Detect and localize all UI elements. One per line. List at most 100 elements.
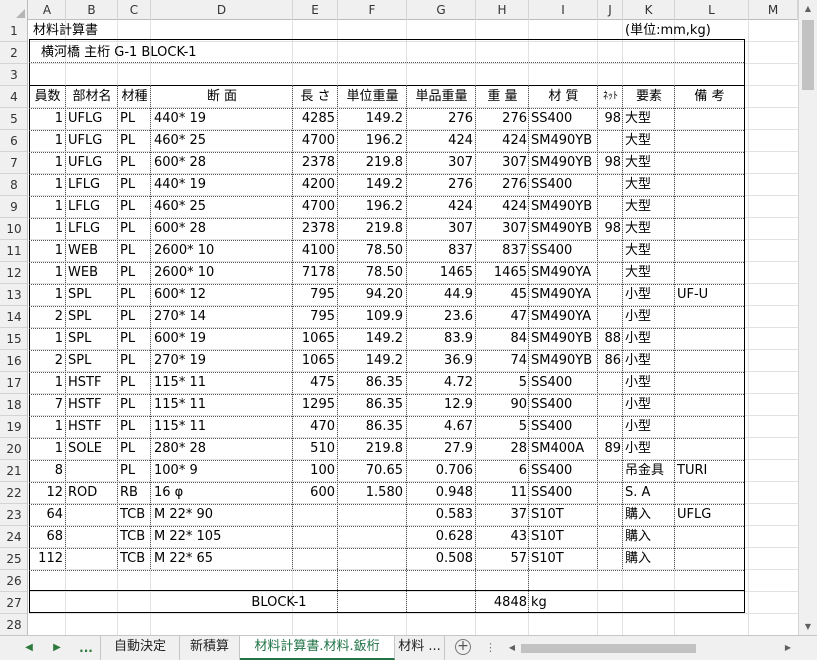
cell-net[interactable]: 88 bbox=[598, 328, 623, 350]
cell-element[interactable]: 購入 bbox=[623, 526, 675, 548]
cell-part-name[interactable]: HSTF bbox=[66, 372, 118, 394]
column-header-j[interactable]: J bbox=[598, 0, 623, 20]
cell-unit-weight[interactable]: 86.35 bbox=[338, 394, 407, 416]
cell-unit-weight[interactable]: 1.580 bbox=[338, 482, 407, 504]
total-unit[interactable]: kg bbox=[529, 592, 598, 614]
column-header-d[interactable]: D bbox=[151, 0, 293, 20]
header-length[interactable]: 長 さ bbox=[293, 86, 338, 108]
cell-element[interactable]: 小型 bbox=[623, 306, 675, 328]
cell-length[interactable]: 510 bbox=[293, 438, 338, 460]
cell-weight[interactable]: 6 bbox=[476, 460, 529, 482]
cell-length[interactable]: 4285 bbox=[293, 108, 338, 130]
cell-length[interactable]: 4100 bbox=[293, 240, 338, 262]
cell-section[interactable]: 100* 9 bbox=[151, 460, 293, 482]
cell-piece-weight[interactable]: 83.9 bbox=[407, 328, 476, 350]
cell-element[interactable]: 大型 bbox=[623, 152, 675, 174]
cell-material[interactable]: SS400 bbox=[529, 394, 598, 416]
cell-material-type[interactable]: PL bbox=[118, 306, 151, 328]
cell-weight[interactable]: 307 bbox=[476, 218, 529, 240]
cell-unit-weight[interactable]: 86.35 bbox=[338, 372, 407, 394]
row-header-2[interactable]: 2 bbox=[0, 42, 27, 64]
cell-section[interactable]: 600* 19 bbox=[151, 328, 293, 350]
cell-element[interactable]: 小型 bbox=[623, 350, 675, 372]
total-value[interactable]: 4848 bbox=[476, 592, 529, 614]
cell-material-type[interactable]: PL bbox=[118, 350, 151, 372]
cell-element[interactable]: 小型 bbox=[623, 416, 675, 438]
cell-material-type[interactable]: PL bbox=[118, 460, 151, 482]
unit-label[interactable]: (単位:mm,kg) bbox=[625, 20, 749, 42]
cell-qty[interactable]: 1 bbox=[29, 284, 66, 306]
cell-part-name[interactable]: UFLG bbox=[66, 108, 118, 130]
scroll-right-icon[interactable]: ▶ bbox=[781, 640, 795, 656]
header-unit-weight[interactable]: 単位重量 bbox=[338, 86, 407, 108]
row-header-15[interactable]: 15 bbox=[0, 328, 27, 350]
cell-qty[interactable]: 1 bbox=[29, 130, 66, 152]
cell-material-type[interactable]: PL bbox=[118, 174, 151, 196]
row-header-3[interactable]: 3 bbox=[0, 64, 27, 86]
row-header-21[interactable]: 21 bbox=[0, 460, 27, 482]
cell-piece-weight[interactable]: 23.6 bbox=[407, 306, 476, 328]
cell-qty[interactable]: 1 bbox=[29, 196, 66, 218]
cell-weight[interactable]: 37 bbox=[476, 504, 529, 526]
column-header-k[interactable]: K bbox=[623, 0, 675, 20]
cell-net[interactable]: 98 bbox=[598, 218, 623, 240]
scroll-up-icon[interactable]: ▲ bbox=[799, 0, 817, 17]
cell-qty[interactable]: 112 bbox=[29, 548, 66, 570]
cell-weight[interactable]: 90 bbox=[476, 394, 529, 416]
cell-length[interactable]: 4700 bbox=[293, 196, 338, 218]
cell-material-type[interactable]: PL bbox=[118, 372, 151, 394]
cell-unit-weight[interactable]: 70.65 bbox=[338, 460, 407, 482]
row-header-16[interactable]: 16 bbox=[0, 350, 27, 372]
header-remarks[interactable]: 備 考 bbox=[675, 86, 744, 108]
cell-section[interactable]: 115* 11 bbox=[151, 394, 293, 416]
cell-weight[interactable]: 276 bbox=[476, 174, 529, 196]
cell-length[interactable]: 1065 bbox=[293, 350, 338, 372]
header-section[interactable]: 断 面 bbox=[151, 86, 293, 108]
horizontal-scroll-thumb[interactable] bbox=[521, 644, 696, 653]
cell-unit-weight[interactable]: 78.50 bbox=[338, 240, 407, 262]
cell-unit-weight[interactable]: 196.2 bbox=[338, 130, 407, 152]
cell-piece-weight[interactable]: 27.9 bbox=[407, 438, 476, 460]
cell-piece-weight[interactable]: 44.9 bbox=[407, 284, 476, 306]
cell-material[interactable]: SM490YB bbox=[529, 218, 598, 240]
cell-element[interactable]: 大型 bbox=[623, 218, 675, 240]
cell-length[interactable]: 2378 bbox=[293, 152, 338, 174]
cell-piece-weight[interactable]: 424 bbox=[407, 196, 476, 218]
cell-length[interactable]: 7178 bbox=[293, 262, 338, 284]
cell-part-name[interactable]: LFLG bbox=[66, 218, 118, 240]
cell-section[interactable]: 280* 28 bbox=[151, 438, 293, 460]
cell-unit-weight[interactable]: 78.50 bbox=[338, 262, 407, 284]
cell-qty[interactable]: 1 bbox=[29, 240, 66, 262]
cell-piece-weight[interactable]: 0.628 bbox=[407, 526, 476, 548]
cell-piece-weight[interactable]: 12.9 bbox=[407, 394, 476, 416]
cell-material-type[interactable]: PL bbox=[118, 108, 151, 130]
cell-length[interactable]: 795 bbox=[293, 284, 338, 306]
row-header-5[interactable]: 5 bbox=[0, 108, 27, 130]
cell-piece-weight[interactable]: 307 bbox=[407, 152, 476, 174]
cell-weight[interactable]: 837 bbox=[476, 240, 529, 262]
cell-weight[interactable]: 5 bbox=[476, 416, 529, 438]
row-header-26[interactable]: 26 bbox=[0, 570, 27, 592]
cell-material[interactable]: SM490YB bbox=[529, 130, 598, 152]
cell-element[interactable]: S. A bbox=[623, 482, 675, 504]
cell-qty[interactable]: 8 bbox=[29, 460, 66, 482]
cell-piece-weight[interactable]: 1465 bbox=[407, 262, 476, 284]
cell-weight[interactable]: 424 bbox=[476, 130, 529, 152]
cell-qty[interactable]: 68 bbox=[29, 526, 66, 548]
cell-unit-weight[interactable]: 219.8 bbox=[338, 152, 407, 174]
cell-unit-weight[interactable]: 149.2 bbox=[338, 174, 407, 196]
cell-part-name[interactable]: LFLG bbox=[66, 196, 118, 218]
cell-qty[interactable]: 1 bbox=[29, 152, 66, 174]
cell-material[interactable]: S10T bbox=[529, 504, 598, 526]
cell-material[interactable]: SS400 bbox=[529, 240, 598, 262]
cell-section[interactable]: 270* 19 bbox=[151, 350, 293, 372]
cell-length[interactable]: 475 bbox=[293, 372, 338, 394]
header-piece-weight[interactable]: 単品重量 bbox=[407, 86, 476, 108]
cell-material-type[interactable]: PL bbox=[118, 240, 151, 262]
cell-piece-weight[interactable]: 0.948 bbox=[407, 482, 476, 504]
row-header-18[interactable]: 18 bbox=[0, 394, 27, 416]
cell-piece-weight[interactable]: 0.508 bbox=[407, 548, 476, 570]
cell-section[interactable]: 2600* 10 bbox=[151, 240, 293, 262]
row-header-24[interactable]: 24 bbox=[0, 526, 27, 548]
header-qty[interactable]: 員数 bbox=[29, 86, 66, 108]
